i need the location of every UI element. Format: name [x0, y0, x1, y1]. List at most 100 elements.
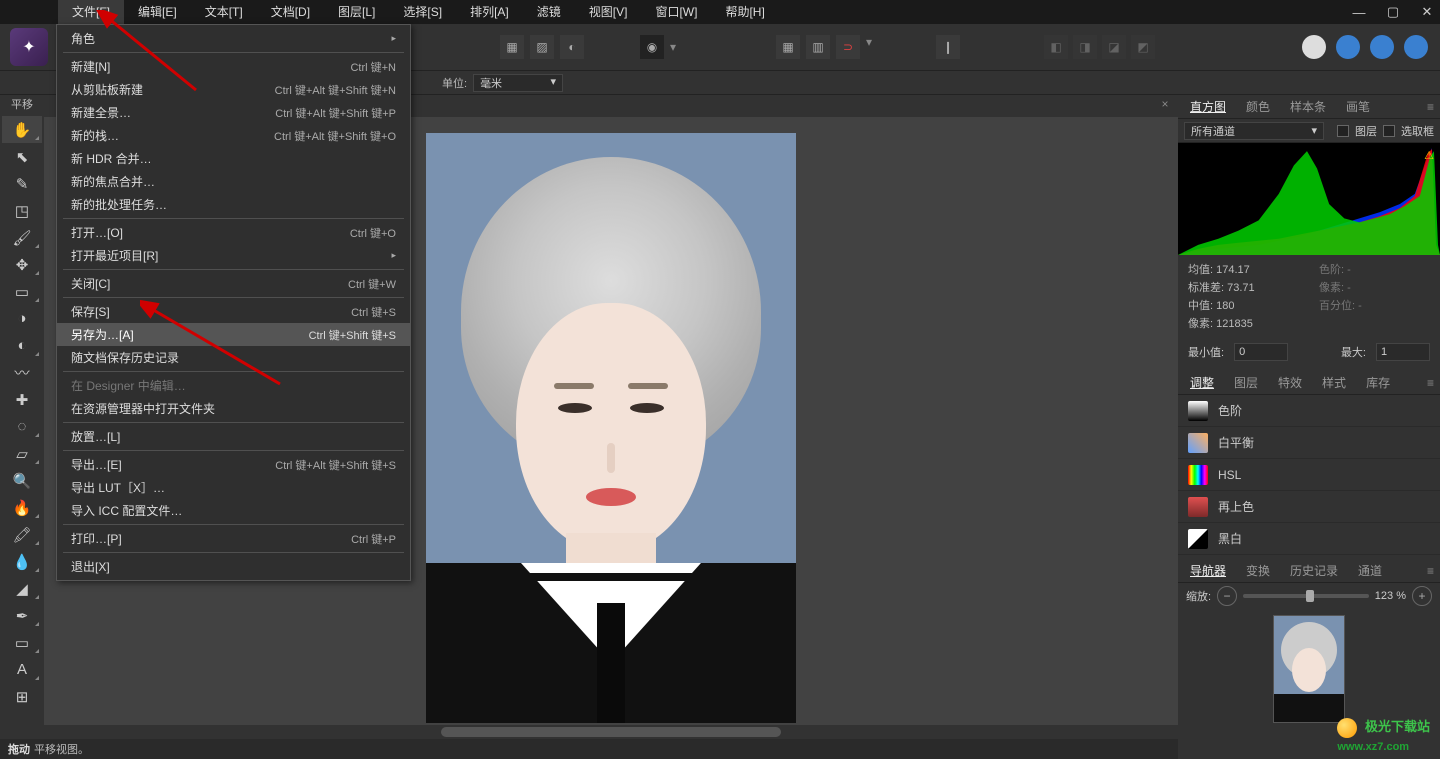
- color-picker-icon[interactable]: ✎: [2, 170, 42, 197]
- persona-export-icon[interactable]: [1404, 35, 1428, 59]
- close-icon[interactable]: ✕: [1418, 4, 1436, 20]
- hand-tool-icon[interactable]: ✋: [2, 116, 42, 143]
- adjustment-hsl[interactable]: HSL: [1178, 459, 1440, 491]
- zoom-in-button[interactable]: +: [1412, 586, 1432, 606]
- tab-stock[interactable]: 库存: [1356, 372, 1400, 394]
- move-tool-icon[interactable]: ⬉: [2, 143, 42, 170]
- menu-item[interactable]: 随文档保存历史记录: [57, 346, 410, 369]
- liquify-tool-icon[interactable]: 🔥: [2, 494, 42, 521]
- marquee-tool-icon[interactable]: ▭: [2, 278, 42, 305]
- preview-icon[interactable]: ❙: [936, 35, 960, 59]
- horizontal-scrollbar[interactable]: [44, 725, 1178, 739]
- circle-fill-icon[interactable]: ◉: [640, 35, 664, 59]
- snap-icon[interactable]: ⊃: [836, 35, 860, 59]
- menu-item[interactable]: 在资源管理器中打开文件夹: [57, 397, 410, 420]
- menu-select[interactable]: 选择[S]: [389, 0, 456, 24]
- paint-bucket-icon[interactable]: ◐: [2, 332, 42, 359]
- tab-close-icon[interactable]: ×: [1157, 97, 1173, 113]
- menu-layer[interactable]: 图层[L]: [324, 0, 389, 24]
- menu-document[interactable]: 文档[D]: [257, 0, 324, 24]
- adjustment-levels[interactable]: 色阶: [1178, 395, 1440, 427]
- menu-item[interactable]: 新 HDR 合并…: [57, 147, 410, 170]
- heal-tool-icon[interactable]: ✚: [2, 386, 42, 413]
- brush-tool-icon[interactable]: 🖌: [2, 224, 42, 251]
- persona-photo-icon[interactable]: [1302, 35, 1326, 59]
- marquee-icon[interactable]: ▦: [500, 35, 524, 59]
- menu-file[interactable]: 文件[F]: [58, 0, 124, 24]
- stamp-tool-icon[interactable]: ✥: [2, 251, 42, 278]
- tab-color[interactable]: 颜色: [1236, 96, 1280, 118]
- menu-item[interactable]: 打印…[P]Ctrl 键+P: [57, 527, 410, 550]
- menu-item[interactable]: 导入 ICC 配置文件…: [57, 499, 410, 522]
- tab-history[interactable]: 历史记录: [1280, 560, 1348, 582]
- maximize-icon[interactable]: ▢: [1384, 4, 1402, 20]
- drop-tool-icon[interactable]: 💧: [2, 548, 42, 575]
- panel-menu-icon[interactable]: ≡: [1427, 564, 1434, 578]
- zoom-out-button[interactable]: −: [1217, 586, 1237, 606]
- unit-select[interactable]: 毫米▾: [473, 74, 563, 92]
- zoom-tool-icon[interactable]: 🔍: [2, 467, 42, 494]
- panel-menu-icon[interactable]: ≡: [1427, 376, 1434, 390]
- menu-help[interactable]: 帮助[H]: [711, 0, 778, 24]
- tab-swatch[interactable]: 样本条: [1280, 96, 1336, 118]
- scrollbar-thumb[interactable]: [441, 727, 781, 737]
- eraser-tool-icon[interactable]: ▱: [2, 440, 42, 467]
- menu-item[interactable]: 保存[S]Ctrl 键+S: [57, 300, 410, 323]
- tab-transform[interactable]: 变换: [1236, 560, 1280, 582]
- mesh-tool-icon[interactable]: ⊞: [2, 683, 42, 710]
- menu-window[interactable]: 窗口[W]: [641, 0, 711, 24]
- minimize-icon[interactable]: —: [1350, 5, 1368, 20]
- persona-develop-icon[interactable]: [1370, 35, 1394, 59]
- tab-effects[interactable]: 特效: [1268, 372, 1312, 394]
- blur-tool-icon[interactable]: ◌: [2, 413, 42, 440]
- tab-navigator[interactable]: 导航器: [1180, 560, 1236, 582]
- menu-item[interactable]: 关闭[C]Ctrl 键+W: [57, 272, 410, 295]
- menu-item[interactable]: 打开…[O]Ctrl 键+O: [57, 221, 410, 244]
- tab-styles[interactable]: 样式: [1312, 372, 1356, 394]
- gradient-tool-icon[interactable]: ◑: [2, 305, 42, 332]
- pen-tool-icon[interactable]: ✒: [2, 602, 42, 629]
- quick-mask-icon[interactable]: ◐: [560, 35, 584, 59]
- min-input[interactable]: [1234, 343, 1288, 361]
- menu-item[interactable]: 导出…[E]Ctrl 键+Alt 键+Shift 键+S: [57, 453, 410, 476]
- tab-adjustments[interactable]: 调整: [1180, 372, 1224, 394]
- zoom-slider[interactable]: [1243, 594, 1369, 598]
- menu-item[interactable]: 新的焦点合并…: [57, 170, 410, 193]
- menu-item[interactable]: 新的批处理任务…: [57, 193, 410, 216]
- menu-edit[interactable]: 编辑[E]: [124, 0, 191, 24]
- grid-small-icon[interactable]: ▥: [806, 35, 830, 59]
- menu-item[interactable]: 从剪贴板新建Ctrl 键+Alt 键+Shift 键+N: [57, 78, 410, 101]
- persona-liquify-icon[interactable]: [1336, 35, 1360, 59]
- menu-arrange[interactable]: 排列[A]: [456, 0, 523, 24]
- menu-item[interactable]: 角色: [57, 27, 410, 50]
- selection-checkbox[interactable]: [1383, 125, 1395, 137]
- selection-disable-icon[interactable]: ▨: [530, 35, 554, 59]
- menu-text[interactable]: 文本[T]: [191, 0, 257, 24]
- menu-item[interactable]: 导出 LUT［X］…: [57, 476, 410, 499]
- chevron-down-icon[interactable]: ▾: [670, 40, 676, 54]
- shape-tool-icon[interactable]: ▭: [2, 629, 42, 656]
- adjustment-bw[interactable]: 黑白: [1178, 523, 1440, 555]
- layer-checkbox[interactable]: [1337, 125, 1349, 137]
- menu-item[interactable]: 新的栈…Ctrl 键+Alt 键+Shift 键+O: [57, 124, 410, 147]
- sharpen-tool-icon[interactable]: ◢: [2, 575, 42, 602]
- grid-icon[interactable]: ▦: [776, 35, 800, 59]
- adjustment-white-balance[interactable]: 白平衡: [1178, 427, 1440, 459]
- tab-histogram[interactable]: 直方图: [1180, 96, 1236, 118]
- menu-view[interactable]: 视图[V]: [575, 0, 642, 24]
- menu-item[interactable]: 打开最近项目[R]: [57, 244, 410, 267]
- max-input[interactable]: [1376, 343, 1430, 361]
- tab-channels[interactable]: 通道: [1348, 560, 1392, 582]
- adjustment-recolor[interactable]: 再上色: [1178, 491, 1440, 523]
- panel-menu-icon[interactable]: ≡: [1427, 100, 1434, 114]
- channel-select[interactable]: 所有通道 ▾: [1184, 122, 1324, 140]
- menu-item[interactable]: 放置…[L]: [57, 425, 410, 448]
- chevron-down-icon[interactable]: ▾: [866, 35, 872, 59]
- tab-layers[interactable]: 图层: [1224, 372, 1268, 394]
- text-tool-icon[interactable]: A: [2, 656, 42, 683]
- menu-item[interactable]: 新建全景…Ctrl 键+Alt 键+Shift 键+P: [57, 101, 410, 124]
- crop-tool-icon[interactable]: ◳: [2, 197, 42, 224]
- menu-filters[interactable]: 滤镜: [523, 0, 575, 24]
- tab-brush[interactable]: 画笔: [1336, 96, 1380, 118]
- menu-item[interactable]: 另存为…[A]Ctrl 键+Shift 键+S: [57, 323, 410, 346]
